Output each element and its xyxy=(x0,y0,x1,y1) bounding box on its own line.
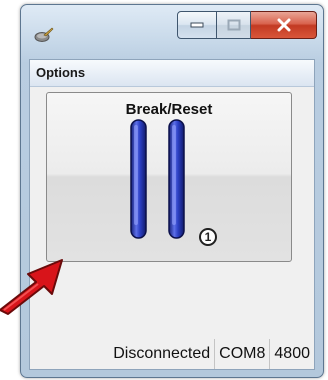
close-button[interactable] xyxy=(251,11,317,39)
menu-options[interactable]: Options xyxy=(36,65,85,80)
title-bar[interactable] xyxy=(21,5,323,59)
minimize-icon xyxy=(190,22,204,28)
status-connection: Disconnected xyxy=(113,345,211,362)
pause-icon xyxy=(130,119,185,239)
menu-bar: Options xyxy=(30,60,314,87)
status-bar: Disconnected COM8 4800 xyxy=(30,339,314,369)
break-reset-button[interactable]: Break/Reset 1 xyxy=(46,92,292,262)
paintbrush-icon xyxy=(34,27,54,42)
client-area: Options Break/Reset 1 Disconnected COM8 … xyxy=(29,59,315,370)
status-baud: 4800 xyxy=(269,339,314,369)
status-port: COM8 xyxy=(214,339,269,369)
close-icon xyxy=(277,18,290,32)
minimize-button[interactable] xyxy=(177,11,217,39)
maximize-button[interactable] xyxy=(217,11,251,39)
red-arrow-icon xyxy=(0,259,63,315)
shortcut-badge: 1 xyxy=(199,228,217,246)
window-controls xyxy=(177,11,317,39)
maximize-icon xyxy=(227,19,240,31)
